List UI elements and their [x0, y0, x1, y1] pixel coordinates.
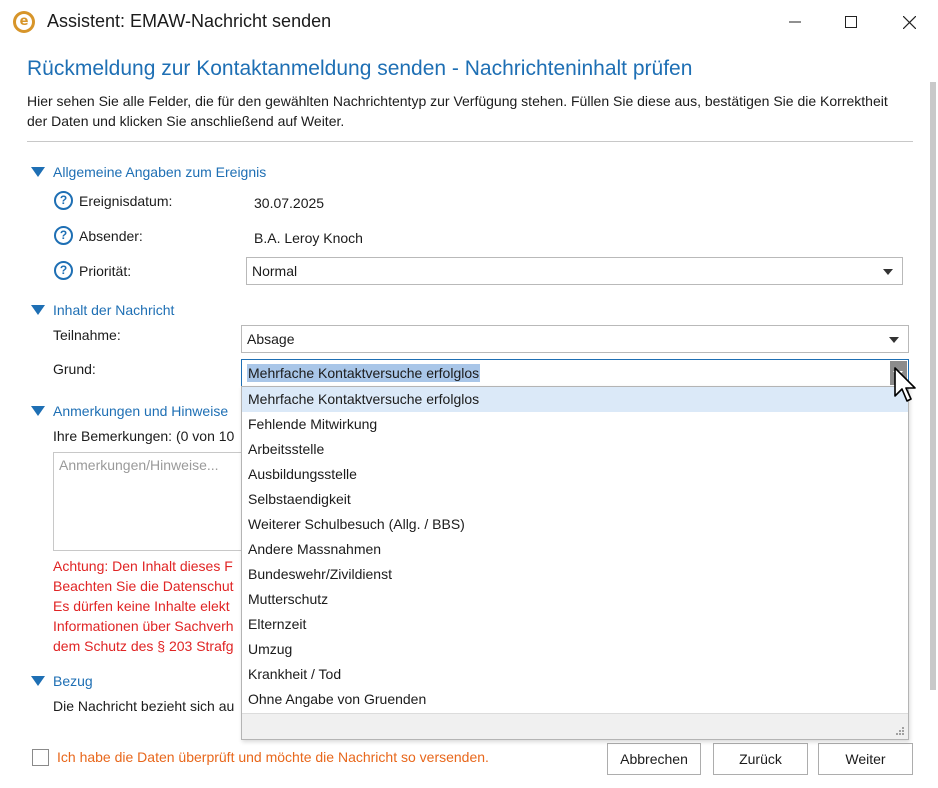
- section-anmerkungen-toggle[interactable]: Anmerkungen und Hinweise: [31, 403, 228, 419]
- grund-dropdown-list[interactable]: Mehrfache Kontaktversuche erfolglos Fehl…: [241, 386, 909, 740]
- back-button[interactable]: Zurück: [713, 743, 808, 775]
- grund-select-value: Mehrfache Kontaktversuche erfolglos: [247, 364, 481, 382]
- dropdown-footer: [242, 713, 908, 739]
- section-bezug-title: Bezug: [53, 673, 93, 689]
- warning-line: Informationen über Sachverh: [53, 618, 234, 634]
- grund-label: Grund:: [53, 361, 96, 377]
- datenschutz-warning: Achtung: Den Inhalt dieses F Beachten Si…: [53, 556, 253, 656]
- section-allgemein-title: Allgemeine Angaben zum Ereignis: [53, 164, 267, 180]
- prioritaet-label: Priorität:: [79, 263, 132, 279]
- dropdown-option[interactable]: Bundeswehr/Zivildienst: [242, 562, 908, 587]
- section-allgemein-toggle[interactable]: Allgemeine Angaben zum Ereignis: [31, 164, 266, 180]
- warning-line: Beachten Sie die Datenschut: [53, 578, 234, 594]
- dropdown-option[interactable]: Ausbildungsstelle: [242, 462, 908, 487]
- confirm-label[interactable]: Ich habe die Daten überprüft und möchte …: [57, 749, 489, 765]
- mouse-pointer-icon: [894, 367, 916, 402]
- section-bezug-toggle[interactable]: Bezug: [31, 673, 93, 689]
- confirm-checkbox[interactable]: [32, 749, 49, 766]
- dropdown-option[interactable]: Krankheit / Tod: [242, 662, 908, 687]
- ereignisdatum-value: 30.07.2025: [254, 195, 325, 211]
- minimize-icon: [789, 21, 801, 23]
- warning-line: dem Schutz des § 203 Strafg: [53, 638, 234, 654]
- teilnahme-label: Teilnahme:: [53, 327, 121, 343]
- window-title: Assistent: EMAW-Nachricht senden: [47, 11, 332, 31]
- bezug-text: Die Nachricht bezieht sich au: [53, 698, 235, 714]
- help-icon[interactable]: ?: [54, 226, 73, 245]
- dropdown-option[interactable]: Andere Massnahmen: [242, 537, 908, 562]
- collapse-triangle-icon: [31, 167, 45, 177]
- collapse-triangle-icon: [31, 406, 45, 416]
- cancel-button[interactable]: Abbrechen: [607, 743, 701, 775]
- prioritaet-select-value: Normal: [252, 263, 298, 279]
- bemerkungen-label: Ihre Bemerkungen: (0 von 10: [53, 428, 235, 444]
- bemerkungen-textarea[interactable]: Anmerkungen/Hinweise...: [53, 452, 253, 551]
- dropdown-option[interactable]: Elternzeit: [242, 612, 908, 637]
- section-inhalt-title: Inhalt der Nachricht: [53, 302, 175, 318]
- scrollbar[interactable]: [930, 82, 936, 690]
- teilnahme-select-value: Absage: [247, 331, 295, 347]
- maximize-button[interactable]: [831, 6, 871, 38]
- dropdown-option[interactable]: Arbeitsstelle: [242, 437, 908, 462]
- absender-value: B.A. Leroy Knoch: [254, 230, 363, 246]
- ereignisdatum-label: Ereignisdatum:: [79, 193, 173, 209]
- grund-select[interactable]: Mehrfache Kontaktversuche erfolglos: [241, 359, 909, 387]
- dropdown-option[interactable]: Ohne Angabe von Gruenden: [242, 687, 908, 712]
- section-inhalt-toggle[interactable]: Inhalt der Nachricht: [31, 302, 174, 318]
- bemerkungen-placeholder: Anmerkungen/Hinweise...: [59, 457, 219, 473]
- chevron-down-icon: [889, 337, 899, 343]
- page-description: Hier sehen Sie alle Felder, die für den …: [27, 93, 888, 129]
- close-icon: [902, 15, 916, 29]
- divider: [27, 141, 913, 142]
- page-title: Rückmeldung zur Kontaktanmeldung senden …: [27, 57, 693, 80]
- maximize-icon: [845, 16, 857, 28]
- dropdown-option[interactable]: Selbstaendigkeit: [242, 487, 908, 512]
- chevron-down-icon: [883, 269, 893, 275]
- prioritaet-select[interactable]: Normal: [246, 257, 903, 285]
- minimize-button[interactable]: [775, 6, 815, 38]
- dropdown-option[interactable]: Umzug: [242, 637, 908, 662]
- absender-label: Absender:: [79, 228, 143, 244]
- dropdown-option[interactable]: Mutterschutz: [242, 587, 908, 612]
- section-anmerkungen-title: Anmerkungen und Hinweise: [53, 403, 229, 419]
- help-icon[interactable]: ?: [54, 191, 73, 210]
- collapse-triangle-icon: [31, 676, 45, 686]
- warning-line: Achtung: Den Inhalt dieses F: [53, 558, 233, 574]
- dropdown-option[interactable]: Weiterer Schulbesuch (Allg. / BBS): [242, 512, 908, 537]
- dropdown-option[interactable]: Mehrfache Kontaktversuche erfolglos: [242, 387, 908, 412]
- collapse-triangle-icon: [31, 305, 45, 315]
- dropdown-option[interactable]: Fehlende Mitwirkung: [242, 412, 908, 437]
- e-logo-icon: e: [13, 11, 35, 33]
- resize-grip-icon[interactable]: [895, 726, 905, 736]
- help-icon[interactable]: ?: [54, 261, 73, 280]
- warning-line: Es dürfen keine Inhalte elekt: [53, 598, 230, 614]
- teilnahme-select[interactable]: Absage: [241, 325, 909, 353]
- next-button[interactable]: Weiter: [818, 743, 913, 775]
- close-button[interactable]: [889, 6, 929, 38]
